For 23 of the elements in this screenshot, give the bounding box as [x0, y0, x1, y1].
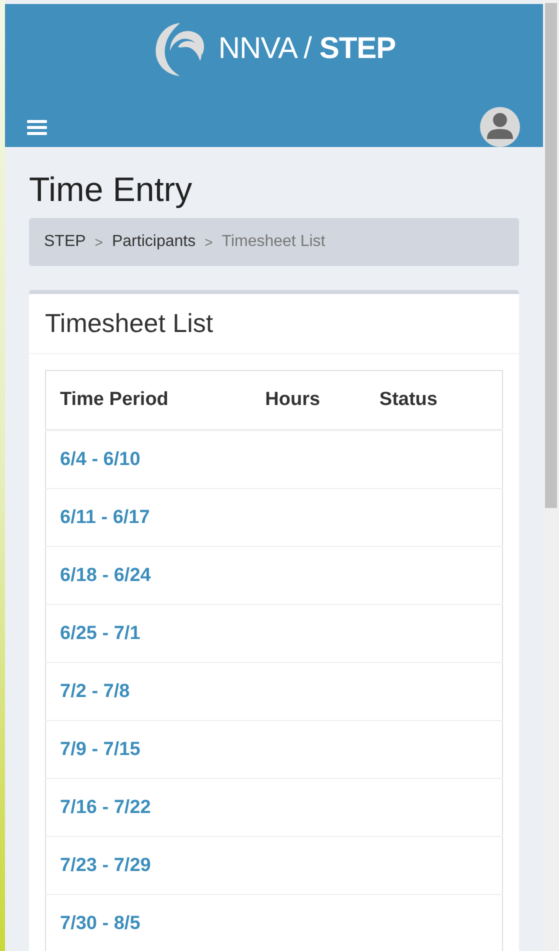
user-avatar-icon[interactable] [480, 107, 520, 147]
breadcrumb-separator: > [94, 234, 103, 250]
period-link[interactable]: 6/4 - 6/10 [60, 448, 140, 470]
column-header: Time Period [46, 370, 252, 430]
breadcrumb-current: Timesheet List [222, 233, 326, 251]
period-link[interactable]: 6/18 - 6/24 [60, 564, 151, 586]
brand-title: NNVA / STEP [218, 32, 396, 66]
period-link[interactable]: 6/11 - 6/17 [60, 506, 150, 528]
column-header: Hours [251, 370, 366, 430]
period-link[interactable]: 7/16 - 7/22 [60, 796, 151, 818]
menu-icon[interactable] [27, 119, 47, 135]
period-link[interactable]: 7/9 - 7/15 [60, 738, 140, 760]
period-link[interactable]: 7/30 - 8/5 [60, 912, 140, 934]
period-link[interactable]: 6/25 - 7/1 [60, 622, 140, 644]
scrollbar[interactable] [543, 0, 559, 951]
page-title: Time Entry [29, 171, 194, 210]
card-title: Timesheet List [29, 294, 519, 354]
breadcrumb-link[interactable]: Participants [112, 233, 196, 251]
period-link[interactable]: 7/2 - 7/8 [60, 680, 130, 702]
column-header: Status [365, 370, 502, 430]
breadcrumb-link[interactable]: STEP [44, 233, 86, 251]
period-link[interactable]: 7/23 - 7/29 [60, 854, 151, 876]
breadcrumb-separator: > [204, 234, 213, 250]
